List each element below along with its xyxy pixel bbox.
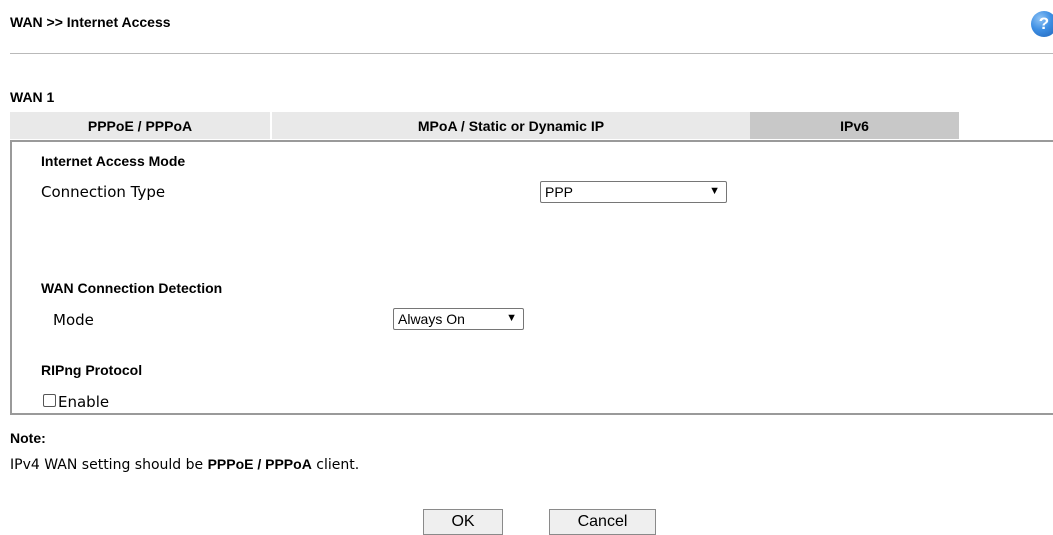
- detection-mode-select[interactable]: Always On ▼: [393, 308, 524, 330]
- ok-button[interactable]: OK: [423, 509, 503, 535]
- ripng-enable-label: Enable: [58, 393, 110, 411]
- note-heading: Note:: [10, 430, 46, 446]
- ripng-enable-checkbox[interactable]: [43, 394, 56, 407]
- cancel-button[interactable]: Cancel: [549, 509, 656, 535]
- note-text-suffix: client.: [311, 457, 360, 473]
- ipv6-settings-panel: [10, 140, 1053, 415]
- connection-type-value: PPP: [545, 184, 574, 200]
- internet-access-mode-heading: Internet Access Mode: [41, 153, 186, 169]
- wan-label: WAN 1: [10, 89, 55, 105]
- note-text-bold: PPPoE / PPPoA: [207, 456, 312, 472]
- ripng-protocol-heading: RIPng Protocol: [41, 362, 143, 378]
- header-divider: [10, 53, 1053, 54]
- connection-type-select[interactable]: PPP ▼: [540, 181, 727, 203]
- wan-connection-detection-heading: WAN Connection Detection: [41, 280, 223, 296]
- tab-ipv6[interactable]: IPv6: [750, 112, 959, 139]
- mode-label: Mode: [53, 311, 94, 329]
- tab-mpoa-static-dynamic-ip[interactable]: MPoA / Static or Dynamic IP: [272, 112, 750, 139]
- connection-type-label: Connection Type: [41, 183, 166, 201]
- chevron-down-icon: ▼: [506, 312, 517, 324]
- detection-mode-value: Always On: [398, 311, 465, 327]
- chevron-down-icon: ▼: [709, 185, 720, 197]
- page-title: WAN >> Internet Access: [10, 14, 171, 30]
- tab-pppoe-pppoa[interactable]: PPPoE / PPPoA: [10, 112, 270, 139]
- help-icon[interactable]: ?: [1031, 11, 1053, 37]
- note-text-prefix: IPv4 WAN setting should be: [10, 457, 208, 473]
- note-text: IPv4 WAN setting should be PPPoE / PPPoA…: [10, 456, 359, 473]
